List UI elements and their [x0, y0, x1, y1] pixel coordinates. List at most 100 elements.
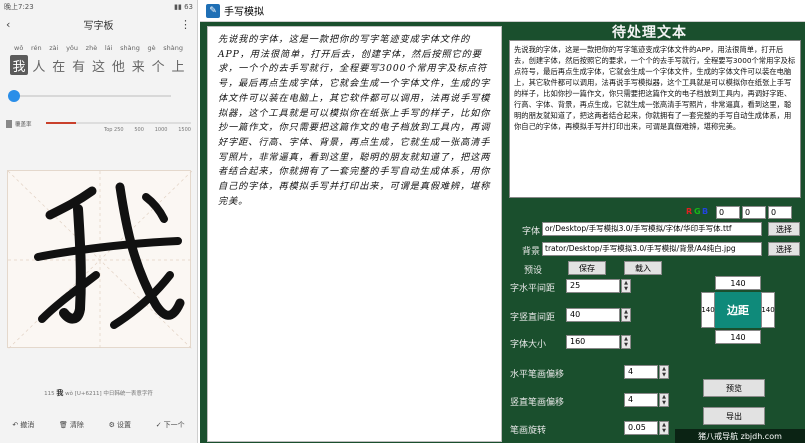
- character-tile-selected[interactable]: 我: [10, 55, 28, 75]
- preview-button[interactable]: 预览: [703, 379, 765, 397]
- rotate-input[interactable]: 0.05: [624, 421, 658, 435]
- h-spacing-label: 字水平间距: [510, 284, 556, 294]
- character-tile[interactable]: 人: [30, 55, 48, 75]
- font-size-spinner[interactable]: ▲ ▼: [621, 335, 631, 349]
- load-preset-button[interactable]: 载入: [624, 261, 662, 275]
- char-name: 我: [56, 389, 64, 397]
- select-background-button[interactable]: 选择: [768, 242, 800, 256]
- coverage-tick: 1500: [178, 127, 191, 133]
- pinyin-item: lái: [104, 44, 113, 52]
- coverage-fill: [46, 122, 76, 124]
- pinyin-item: zài: [49, 44, 59, 52]
- back-arrow-icon[interactable]: ‹: [6, 18, 10, 31]
- settings-button[interactable]: ⚙ 设置: [109, 420, 131, 430]
- rgb-g-input[interactable]: 0: [742, 206, 766, 219]
- character-tile[interactable]: 这: [90, 55, 108, 75]
- handwritten-character: [7, 170, 193, 350]
- settings-label: 设置: [116, 421, 131, 429]
- rgb-r-input[interactable]: 0: [716, 206, 740, 219]
- v-spacing-spinner[interactable]: ▲ ▼: [621, 308, 631, 322]
- font-size-input[interactable]: 160: [566, 335, 620, 349]
- stroke-slider-track[interactable]: [10, 95, 171, 97]
- stroke-slider-knob[interactable]: [8, 90, 20, 102]
- clear-label: 清除: [69, 421, 84, 429]
- background-path-input[interactable]: trator/Desktop/手写模拟3.0/手写模拟/背景/A4纯白.jpg: [542, 242, 762, 256]
- undo-label: 撤消: [20, 421, 35, 429]
- h-spacing-input[interactable]: 25: [566, 279, 620, 293]
- pinyin-item: yǒu: [66, 44, 79, 52]
- char-index: 115: [44, 391, 55, 397]
- v-spacing-label: 字竖直间距: [510, 313, 556, 323]
- char-code: [U+6211]: [74, 391, 102, 397]
- status-bar: 晚上7:23 ▮▮ 63: [0, 0, 197, 14]
- pinyin-item: shàng: [163, 44, 183, 52]
- bottom-nav: ↶ 撤消 🗑 清除 ⚙ 设置 ✓ 下一个: [0, 417, 197, 433]
- h-offset-label: 水平笔画偏移: [510, 370, 565, 380]
- h-offset-spinner[interactable]: ▲ ▼: [659, 365, 669, 379]
- v-spacing-input[interactable]: 40: [566, 308, 620, 322]
- pinyin-row: wǒ rén zài yǒu zhè lái shàng gè shàng: [8, 44, 189, 52]
- v-offset-input[interactable]: 4: [624, 393, 658, 407]
- clear-button[interactable]: 🗑 清除: [59, 420, 84, 430]
- margin-title: 边距: [715, 292, 761, 328]
- font-path-input[interactable]: or/Desktop/手写模拟3.0/手写模拟/字体/华印手写体.ttf: [542, 222, 762, 236]
- pinyin-item: gè: [147, 44, 156, 52]
- more-vertical-icon[interactable]: ⋮: [180, 18, 191, 31]
- gear-icon: ⚙: [108, 421, 115, 429]
- coverage-label: 覆盖率: [15, 122, 32, 128]
- preview-paper: 先说我的字体，这是一款把你的写字笔迹变成字体文件的APP，用法很简单，打开后去，…: [207, 26, 502, 442]
- pinyin-item: rén: [30, 44, 42, 52]
- margin-top-input[interactable]: 140: [715, 276, 761, 290]
- character-tile[interactable]: 来: [129, 55, 147, 75]
- coverage-ticks: Top 250 500 1000 1500: [104, 127, 191, 133]
- undo-button[interactable]: ↶ 撤消: [12, 420, 34, 430]
- character-tile[interactable]: 上: [169, 55, 187, 75]
- phone-screen: 晚上7:23 ▮▮ 63 ‹ 写字板 ⋮ wǒ rén zài yǒu zhè …: [0, 0, 198, 443]
- margin-left-input[interactable]: 140: [701, 292, 715, 328]
- next-label: 下一个: [163, 421, 185, 429]
- coverage-tick: 1000: [154, 127, 168, 133]
- v-offset-spinner[interactable]: ▲ ▼: [659, 393, 669, 407]
- check-icon: ✓: [155, 421, 162, 429]
- app-header: ‹ 写字板 ⋮: [0, 14, 197, 34]
- pinyin-item: shàng: [120, 44, 140, 52]
- rotate-label: 笔画旋转: [510, 426, 547, 436]
- undo-icon: ↶: [12, 421, 19, 429]
- character-picker: 我 人 在 有 这 他 来 个 上: [8, 55, 189, 75]
- next-button[interactable]: ✓ 下一个: [156, 420, 185, 430]
- font-size-label: 字体大小: [510, 340, 547, 350]
- export-button[interactable]: 导出: [703, 407, 765, 425]
- rgb-b-input[interactable]: 0: [768, 206, 792, 219]
- writing-canvas[interactable]: [7, 170, 193, 350]
- status-battery: ▮▮ 63: [174, 3, 193, 11]
- select-font-button[interactable]: 选择: [768, 222, 800, 236]
- rotate-spinner[interactable]: ▲ ▼: [659, 421, 669, 435]
- character-tile[interactable]: 在: [50, 55, 68, 75]
- h-spacing-spinner[interactable]: ▲ ▼: [621, 279, 631, 293]
- window-titlebar: ✎ 手写模拟: [200, 0, 805, 22]
- h-offset-input[interactable]: 4: [624, 365, 658, 379]
- preview-handwriting-text: 先说我的字体，这是一款把你的写字笔迹变成字体文件的APP，用法很简单，打开后去，…: [218, 34, 491, 207]
- character-tile[interactable]: 有: [70, 55, 88, 75]
- coverage-tick: Top 250: [104, 127, 124, 133]
- character-tile[interactable]: 个: [149, 55, 167, 75]
- coverage-icon: [6, 120, 12, 128]
- char-source: 中日韩统一表意字符: [103, 391, 153, 397]
- pending-text-input[interactable]: 先说我的字体，这是一款把你的写字笔迹变成字体文件的APP，用法很简单，打开后去，…: [509, 40, 801, 198]
- pinyin-item: wǒ: [14, 44, 24, 52]
- app-icon: ✎: [206, 3, 220, 18]
- save-preset-button[interactable]: 保存: [568, 261, 606, 275]
- rgb-r-label: R: [686, 207, 693, 216]
- char-pinyin: wǒ: [65, 391, 73, 397]
- trash-icon: 🗑: [59, 421, 68, 429]
- character-tile[interactable]: 他: [109, 55, 127, 75]
- pinyin-item: zhè: [85, 44, 98, 52]
- margin-bottom-input[interactable]: 140: [715, 330, 761, 344]
- status-time: 晚上7:23: [4, 3, 34, 11]
- margin-control: 140 140 边距 140 140: [701, 276, 775, 344]
- margin-right-input[interactable]: 140: [761, 292, 775, 328]
- rgb-g-label: G: [694, 207, 701, 216]
- v-offset-label: 竖直笔画偏移: [510, 398, 565, 408]
- font-label: 字体: [522, 227, 541, 237]
- character-info: 115 我 wǒ [U+6211] 中日韩统一表意字符: [0, 388, 197, 398]
